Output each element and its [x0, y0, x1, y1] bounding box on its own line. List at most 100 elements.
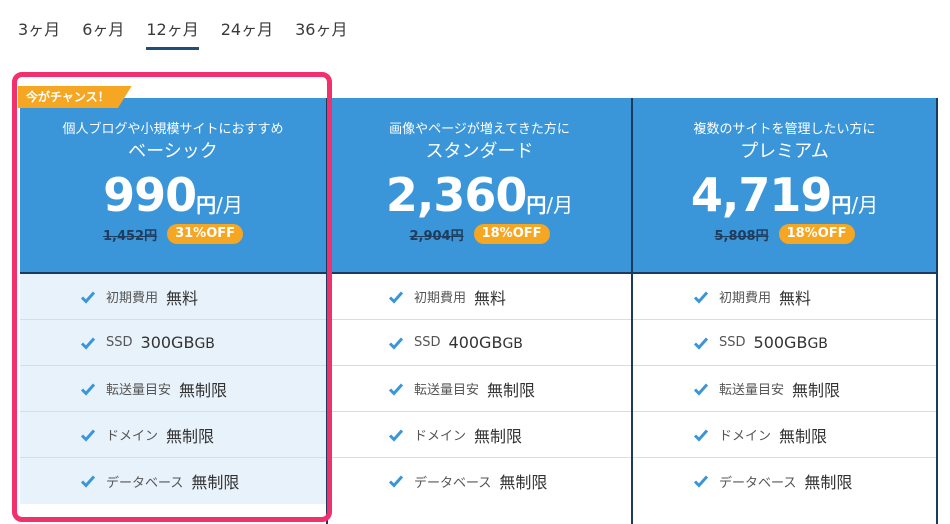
discount-badge: 18%OFF [778, 224, 855, 244]
feature-value: 無制限 [487, 380, 536, 400]
price-currency: 円 [831, 193, 852, 217]
ssd-unit: GB [807, 336, 828, 352]
price-period: /月 [851, 193, 879, 217]
feature-value: 300GBGB [141, 333, 215, 352]
price-amount: 990 [103, 168, 197, 222]
plan-basic[interactable]: 今がチャンス！ 個人ブログや小規模サイトにおすすめ ベーシック 990 円 /月… [18, 86, 326, 524]
check-icon [693, 337, 709, 350]
feature-label: 転送量目安 [414, 383, 480, 398]
feature-ssd: SSD 400GBGB [328, 320, 631, 366]
feature-value: 500GBGB [754, 333, 828, 352]
plan-premium[interactable]: 複数のサイトを管理したい方に プレミアム 4,719 円 /月 5,808円 1… [631, 98, 938, 524]
feature-list: 初期費用 無料 SSD 400GBGB 転送量目安 無制限 ドメイン 無制限 データベー… [328, 274, 631, 504]
feature-label: SSD [414, 335, 441, 350]
price-period: /月 [216, 193, 243, 217]
feature-label: ドメイン [719, 429, 772, 444]
feature-domain: ドメイン 無制限 [328, 412, 631, 458]
check-icon [80, 291, 96, 304]
ssd-unit: GB [502, 336, 523, 352]
price: 2,360 円 /月 [328, 168, 631, 222]
feature-label: ドメイン [106, 429, 159, 444]
feature-transfer: 転送量目安 無制限 [328, 366, 631, 412]
feature-label: 初期費用 [414, 291, 467, 306]
plan-header: 画像やページが増えてきた方に スタンダード 2,360 円 /月 2,904円 … [328, 98, 631, 274]
feature-value: 無制限 [499, 473, 548, 492]
check-icon [80, 429, 96, 442]
ssd-capacity: 400GB [448, 333, 503, 352]
feature-setup-fee: 初期費用 無料 [633, 274, 936, 320]
tab-6-months[interactable]: 6ヶ月 [82, 14, 124, 50]
check-icon [693, 429, 709, 442]
feature-label: 転送量目安 [719, 383, 785, 398]
plan-subtitle: 画像やページが増えてきた方に [389, 122, 570, 137]
price-amount: 4,719 [690, 168, 833, 222]
plan-header: 複数のサイトを管理したい方に プレミアム 4,719 円 /月 5,808円 1… [633, 98, 936, 274]
old-price: 5,808円 [714, 228, 769, 244]
feature-value: 無制限 [166, 426, 215, 446]
check-icon [693, 383, 709, 396]
feature-value: 無制限 [779, 426, 828, 446]
chance-badge: 今がチャンス！ [18, 86, 132, 108]
tab-12-months[interactable]: 12ヶ月 [146, 14, 200, 50]
check-icon [388, 291, 404, 304]
ssd-capacity: 500GB [753, 333, 808, 352]
feature-label: データベース [106, 475, 184, 491]
check-icon [388, 337, 404, 350]
check-icon [80, 383, 96, 396]
feature-ssd: SSD 300GBGB [20, 320, 326, 366]
ssd-capacity: 300GB [140, 333, 195, 352]
period-tabs: 3ヶ月 6ヶ月 12ヶ月 24ヶ月 36ヶ月 [18, 14, 370, 50]
check-icon [80, 337, 96, 350]
feature-label: ドメイン [414, 429, 467, 444]
check-icon [388, 383, 404, 396]
old-price: 1,452円 [102, 228, 158, 244]
feature-database: データベース 無制限 [20, 458, 326, 504]
feature-transfer: 転送量目安 無制限 [20, 366, 326, 412]
check-icon [388, 475, 404, 488]
discount-badge: 18%OFF [473, 224, 550, 244]
feature-value: 無制限 [179, 380, 228, 400]
feature-value: 無制限 [792, 380, 841, 400]
plan-name: ベーシック [128, 141, 218, 162]
feature-setup-fee: 初期費用 無料 [328, 274, 631, 320]
feature-label: 初期費用 [106, 291, 159, 306]
plan-header: 今がチャンス！ 個人ブログや小規模サイトにおすすめ ベーシック 990 円 /月… [18, 86, 326, 274]
discount-row: 1,452円 31%OFF [20, 224, 326, 244]
feature-value: 無料 [474, 288, 507, 308]
feature-value: 無料 [166, 288, 199, 308]
tab-24-months[interactable]: 24ヶ月 [221, 14, 273, 50]
plan-subtitle: 複数のサイトを管理したい方に [693, 122, 876, 137]
discount-row: 5,808円 18%OFF [633, 224, 936, 244]
price: 990 円 /月 [20, 168, 326, 222]
plan-name: プレミアム [740, 141, 829, 162]
feature-label: データベース [719, 475, 797, 491]
feature-setup-fee: 初期費用 無料 [20, 274, 326, 320]
old-price: 2,904円 [409, 228, 464, 244]
feature-label: 転送量目安 [106, 383, 172, 398]
price-amount: 2,360 [385, 168, 528, 222]
price: 4,719 円 /月 [633, 168, 936, 222]
feature-database: データベース 無制限 [633, 458, 936, 504]
plan-name: スタンダード [425, 141, 534, 162]
discount-row: 2,904円 18%OFF [328, 224, 631, 244]
check-icon [80, 475, 96, 488]
plan-standard[interactable]: 画像やページが増えてきた方に スタンダード 2,360 円 /月 2,904円 … [326, 98, 631, 524]
discount-badge: 31%OFF [167, 224, 244, 244]
price-currency: 円 [196, 193, 217, 217]
feature-list: 初期費用 無料 SSD 300GBGB 転送量目安 無制限 ドメイン 無制限 データベー… [20, 274, 326, 504]
tab-3-months[interactable]: 3ヶ月 [18, 14, 60, 50]
feature-value: 無制限 [474, 426, 523, 446]
feature-ssd: SSD 500GBGB [633, 320, 936, 366]
feature-value: 400GBGB [449, 333, 523, 352]
tab-36-months[interactable]: 36ヶ月 [295, 14, 347, 50]
ssd-unit: GB [194, 336, 215, 352]
plan-table: 今がチャンス！ 個人ブログや小規模サイトにおすすめ ベーシック 990 円 /月… [18, 86, 938, 524]
feature-label: SSD [106, 335, 133, 350]
feature-domain: ドメイン 無制限 [20, 412, 326, 458]
feature-value: 無料 [779, 288, 812, 308]
price-currency: 円 [526, 193, 547, 217]
feature-value: 無制限 [804, 473, 853, 492]
check-icon [693, 291, 709, 304]
feature-transfer: 転送量目安 無制限 [633, 366, 936, 412]
price-period: /月 [546, 193, 574, 217]
